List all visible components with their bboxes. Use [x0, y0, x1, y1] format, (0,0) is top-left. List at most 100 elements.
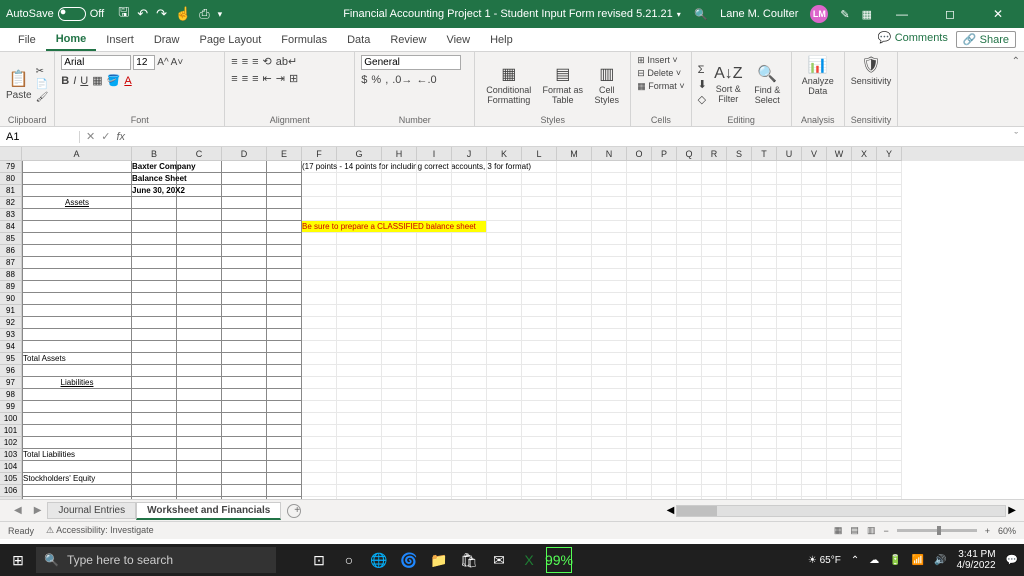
cell-I95[interactable]: [417, 353, 452, 365]
cell-V93[interactable]: [802, 329, 827, 341]
cell-O106[interactable]: [627, 485, 652, 497]
cell-M100[interactable]: [557, 413, 592, 425]
cell-D104[interactable]: [222, 461, 267, 473]
cell-V84[interactable]: [802, 221, 827, 233]
cell-S89[interactable]: [727, 281, 752, 293]
cell-Q85[interactable]: [677, 233, 702, 245]
close-button[interactable]: ✕: [980, 7, 1016, 21]
cell-B95[interactable]: [132, 353, 177, 365]
cell-C86[interactable]: [177, 245, 222, 257]
cell-Q95[interactable]: [677, 353, 702, 365]
cell-Q105[interactable]: [677, 473, 702, 485]
cell-J82[interactable]: [452, 197, 487, 209]
cell-L90[interactable]: [522, 293, 557, 305]
task-view-icon[interactable]: ⊡: [306, 547, 332, 573]
cell-G104[interactable]: [337, 461, 382, 473]
cell-X89[interactable]: [852, 281, 877, 293]
cell-B82[interactable]: [132, 197, 177, 209]
cell-K91[interactable]: [487, 305, 522, 317]
cell-O79[interactable]: [627, 161, 652, 173]
cell-J79[interactable]: [452, 161, 487, 173]
cell-J92[interactable]: [452, 317, 487, 329]
cell-M98[interactable]: [557, 389, 592, 401]
cell-L95[interactable]: [522, 353, 557, 365]
cell-N106[interactable]: [592, 485, 627, 497]
cell-C91[interactable]: [177, 305, 222, 317]
cell-Y106[interactable]: [877, 485, 902, 497]
cell-E106[interactable]: [267, 485, 302, 497]
cell-I97[interactable]: [417, 377, 452, 389]
cell-L79[interactable]: [522, 161, 557, 173]
cell-G88[interactable]: [337, 269, 382, 281]
cell-I105[interactable]: [417, 473, 452, 485]
cell-G92[interactable]: [337, 317, 382, 329]
cell-F79[interactable]: (17 points - 14 points for including cor…: [302, 161, 337, 173]
cell-U82[interactable]: [777, 197, 802, 209]
cell-T91[interactable]: [752, 305, 777, 317]
cell-F103[interactable]: [302, 449, 337, 461]
cell-H79[interactable]: [382, 161, 417, 173]
cell-D105[interactable]: [222, 473, 267, 485]
cell-O89[interactable]: [627, 281, 652, 293]
cell-J98[interactable]: [452, 389, 487, 401]
cell-C85[interactable]: [177, 233, 222, 245]
col-header-A[interactable]: A: [22, 147, 132, 161]
paste-button[interactable]: 📋 Paste: [6, 69, 32, 101]
cell-M85[interactable]: [557, 233, 592, 245]
cell-M88[interactable]: [557, 269, 592, 281]
cell-U86[interactable]: [777, 245, 802, 257]
tab-file[interactable]: File: [8, 30, 46, 50]
tab-help[interactable]: Help: [480, 30, 523, 50]
cancel-formula-icon[interactable]: ✕: [86, 130, 95, 143]
cell-S104[interactable]: [727, 461, 752, 473]
col-header-L[interactable]: L: [522, 147, 557, 161]
cell-D79[interactable]: [222, 161, 267, 173]
cell-F85[interactable]: [302, 233, 337, 245]
cell-T106[interactable]: [752, 485, 777, 497]
cell-N84[interactable]: [592, 221, 627, 233]
tab-data[interactable]: Data: [337, 30, 380, 50]
cell-H83[interactable]: [382, 209, 417, 221]
cell-C90[interactable]: [177, 293, 222, 305]
cell-J86[interactable]: [452, 245, 487, 257]
cell-Q101[interactable]: [677, 425, 702, 437]
cell-E105[interactable]: [267, 473, 302, 485]
cell-V99[interactable]: [802, 401, 827, 413]
cell-S94[interactable]: [727, 341, 752, 353]
autosum-icon[interactable]: Σ: [698, 64, 707, 76]
cell-Q90[interactable]: [677, 293, 702, 305]
cell-Q87[interactable]: [677, 257, 702, 269]
cell-I79[interactable]: [417, 161, 452, 173]
col-header-M[interactable]: M: [557, 147, 592, 161]
cell-W92[interactable]: [827, 317, 852, 329]
sheet-nav-next-icon[interactable]: ▶: [28, 505, 48, 516]
cell-N80[interactable]: [592, 173, 627, 185]
cell-D100[interactable]: [222, 413, 267, 425]
cell-M106[interactable]: [557, 485, 592, 497]
cell-X105[interactable]: [852, 473, 877, 485]
cell-O99[interactable]: [627, 401, 652, 413]
col-header-H[interactable]: H: [382, 147, 417, 161]
row-header-82[interactable]: 82: [0, 197, 22, 209]
cell-U93[interactable]: [777, 329, 802, 341]
cell-U100[interactable]: [777, 413, 802, 425]
cell-D86[interactable]: [222, 245, 267, 257]
cell-N79[interactable]: [592, 161, 627, 173]
cell-X88[interactable]: [852, 269, 877, 281]
cell-Y98[interactable]: [877, 389, 902, 401]
row-header-94[interactable]: 94: [0, 341, 22, 353]
cell-G80[interactable]: [337, 173, 382, 185]
cell-O101[interactable]: [627, 425, 652, 437]
font-color-icon[interactable]: A: [124, 75, 131, 87]
cell-A101[interactable]: [22, 425, 132, 437]
cell-Q81[interactable]: [677, 185, 702, 197]
cell-F87[interactable]: [302, 257, 337, 269]
cell-S90[interactable]: [727, 293, 752, 305]
cell-C92[interactable]: [177, 317, 222, 329]
row-header-99[interactable]: 99: [0, 401, 22, 413]
cell-C99[interactable]: [177, 401, 222, 413]
cell-T97[interactable]: [752, 377, 777, 389]
cell-T87[interactable]: [752, 257, 777, 269]
cell-E101[interactable]: [267, 425, 302, 437]
cell-W91[interactable]: [827, 305, 852, 317]
